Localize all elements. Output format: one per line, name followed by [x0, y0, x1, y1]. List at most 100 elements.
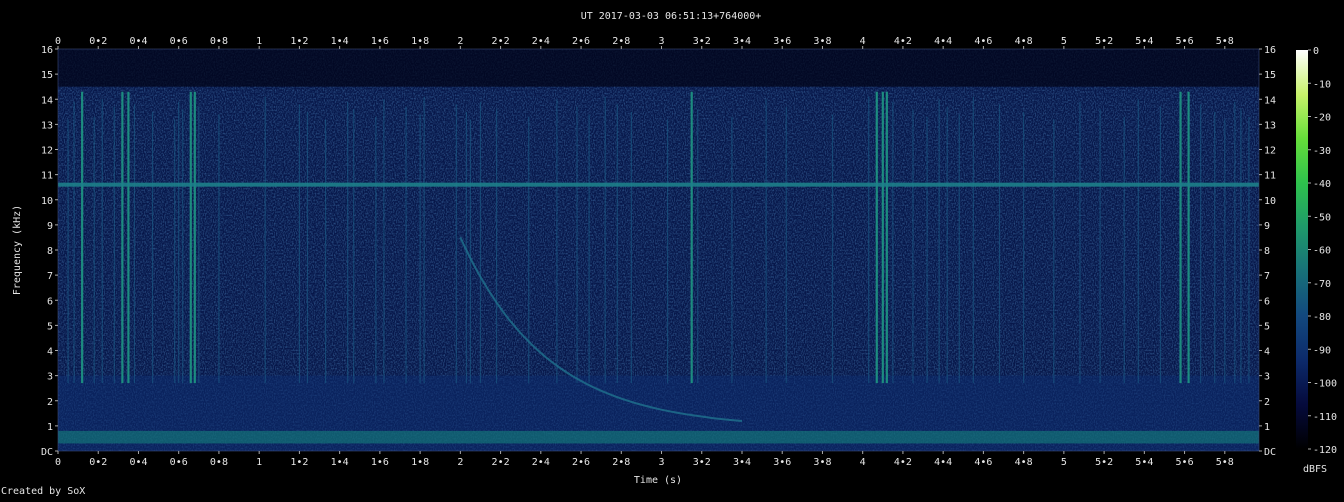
y-tick-label: 15 — [1264, 70, 1276, 81]
colorbar: 0 -10 -20 -30 -40 -50 -60 -70 -80 -90 -100 -110 -120… — [1296, 46, 1337, 475]
y-tick-label: 7 — [1264, 271, 1270, 282]
x-tick-label: 2•2 — [492, 457, 510, 468]
x-tick-label: 0•2 — [89, 457, 107, 468]
x-axis-title: Time (s) — [634, 475, 682, 486]
colorbar-tick-label: -120 — [1313, 445, 1337, 456]
y-tick-label: 11 — [41, 171, 53, 182]
y-tick-label: 1 — [47, 422, 53, 433]
y-axis-title: Frequency (kHz) — [12, 205, 23, 295]
x-tick-label: 5•2 — [1095, 36, 1113, 47]
x-tick-label: 2•6 — [572, 457, 590, 468]
x-tick-label: 1•2 — [290, 36, 308, 47]
y-tick-label: 13 — [41, 120, 53, 131]
x-tick-label: 4 — [860, 457, 866, 468]
y-tick-label: DC — [1264, 447, 1276, 458]
y-tick-label: 12 — [41, 146, 53, 157]
x-tick-label: 3•8 — [813, 457, 831, 468]
y-tick-label: 4 — [1264, 347, 1270, 358]
x-tick-label: 5•6 — [1176, 36, 1194, 47]
x-tick-label: 5•4 — [1135, 36, 1153, 47]
y-tick-label: 14 — [1264, 95, 1276, 106]
x-tick-label: 4•2 — [894, 36, 912, 47]
y-tick-label: 4 — [47, 347, 53, 358]
y-tick-label: 7 — [47, 271, 53, 282]
x-tick-label: 4•2 — [894, 457, 912, 468]
x-tick-label: 4•6 — [974, 457, 992, 468]
x-tick-label: 2•2 — [492, 36, 510, 47]
x-tick-label: 1•4 — [331, 457, 349, 468]
y-tick-label: 6 — [1264, 296, 1270, 307]
x-tick-label: 2•8 — [612, 36, 630, 47]
chart-title: UT 2017-03-03 06:51:13+764000+ — [581, 11, 762, 22]
x-tick-label: 1•8 — [411, 457, 429, 468]
colorbar-tick-label: -90 — [1313, 345, 1331, 356]
x-tick-label: 5 — [1061, 457, 1067, 468]
x-tick-label: 1 — [256, 457, 262, 468]
x-tick-label: 3•6 — [773, 36, 791, 47]
y-tick-label: 12 — [1264, 146, 1276, 157]
y-tick-label: 8 — [1264, 246, 1270, 257]
colorbar-tick-label: -60 — [1313, 246, 1331, 257]
x-tick-label: 0•8 — [210, 457, 228, 468]
low-frequency-band — [58, 430, 1259, 444]
footer-credit: Created by SoX — [1, 486, 86, 497]
x-tick-label: 2 — [457, 36, 463, 47]
y-tick-label: 9 — [47, 221, 53, 232]
y-axis-left: DC12345678910111213141516 — [41, 45, 58, 458]
x-axis-top: 0 0•2 0•4 0•6 0•8 1 1•2 1•4 1•6 1•8 2 2•2 2•4 2•6 2•8 3… — [55, 36, 1234, 49]
x-tick-label: 5 — [1061, 36, 1067, 47]
x-tick-label: 3•2 — [693, 36, 711, 47]
x-tick-label: 1•6 — [371, 457, 389, 468]
x-tick-label: 4 — [860, 36, 866, 47]
y-tick-label: 8 — [47, 246, 53, 257]
y-tick-label: 16 — [1264, 45, 1276, 56]
y-tick-label: 13 — [1264, 120, 1276, 131]
y-tick-label: DC — [41, 447, 53, 458]
colorbar-gradient — [1296, 50, 1308, 449]
colorbar-ticks: 0 -10 -20 -30 -40 -50 -60 -70 -80 -90 -100 -110 -120 — [1308, 46, 1337, 456]
y-tick-label: 11 — [1264, 171, 1276, 182]
y-tick-label: 10 — [1264, 196, 1276, 207]
x-tick-label: 0•4 — [129, 457, 147, 468]
x-tick-label: 5•2 — [1095, 457, 1113, 468]
colorbar-tick-label: -30 — [1313, 146, 1331, 157]
x-tick-label: 4•4 — [934, 457, 952, 468]
y-tick-label: 5 — [1264, 321, 1270, 332]
x-tick-label: 4•8 — [1015, 36, 1033, 47]
x-tick-label: 2 — [457, 457, 463, 468]
x-tick-label: 0•2 — [89, 36, 107, 47]
x-tick-label: 4•8 — [1015, 457, 1033, 468]
y-tick-label: 14 — [41, 95, 53, 106]
x-tick-label: 2•4 — [532, 457, 550, 468]
x-tick-label: 4•6 — [974, 36, 992, 47]
y-tick-label: 6 — [47, 296, 53, 307]
x-tick-label: 3•6 — [773, 457, 791, 468]
y-axis-right: DC12345678910111213141516 — [1259, 45, 1276, 458]
colorbar-tick-label: -10 — [1313, 79, 1331, 90]
spectrogram-svg: UT 2017-03-03 06:51:13+764000+ 0 0•2 0•4 0•… — [12, 11, 1337, 486]
x-tick-label: 1•6 — [371, 36, 389, 47]
x-tick-label: 1•4 — [331, 36, 349, 47]
colorbar-tick-label: -50 — [1313, 212, 1331, 223]
x-tick-label: 0•4 — [129, 36, 147, 47]
x-tick-label: 1•8 — [411, 36, 429, 47]
x-tick-label: 3•2 — [693, 457, 711, 468]
colorbar-tick-label: -110 — [1313, 412, 1337, 423]
colorbar-tick-label: -20 — [1313, 113, 1331, 124]
x-tick-label: 0•8 — [210, 36, 228, 47]
x-tick-label: 2•4 — [532, 36, 550, 47]
x-tick-label: 1 — [256, 36, 262, 47]
x-tick-label: 2•8 — [612, 457, 630, 468]
y-tick-label: 1 — [1264, 422, 1270, 433]
colorbar-tick-label: -40 — [1313, 179, 1331, 190]
x-tick-label: 5•8 — [1216, 36, 1234, 47]
plot-area — [57, 48, 1260, 452]
colorbar-tick-label: 0 — [1313, 46, 1319, 57]
y-tick-label: 3 — [47, 372, 53, 383]
top-dark-band — [58, 49, 1259, 87]
x-tick-label: 0 — [55, 36, 61, 47]
y-tick-label: 2 — [1264, 397, 1270, 408]
x-tick-label: 3•4 — [733, 36, 751, 47]
x-axis-bottom: 0 0•2 0•4 0•6 0•8 1 1•2 1•4 1•6 1•8 2 2•2 2•4 2•6 2•8 3… — [55, 451, 1234, 468]
x-tick-label: 5•8 — [1216, 457, 1234, 468]
